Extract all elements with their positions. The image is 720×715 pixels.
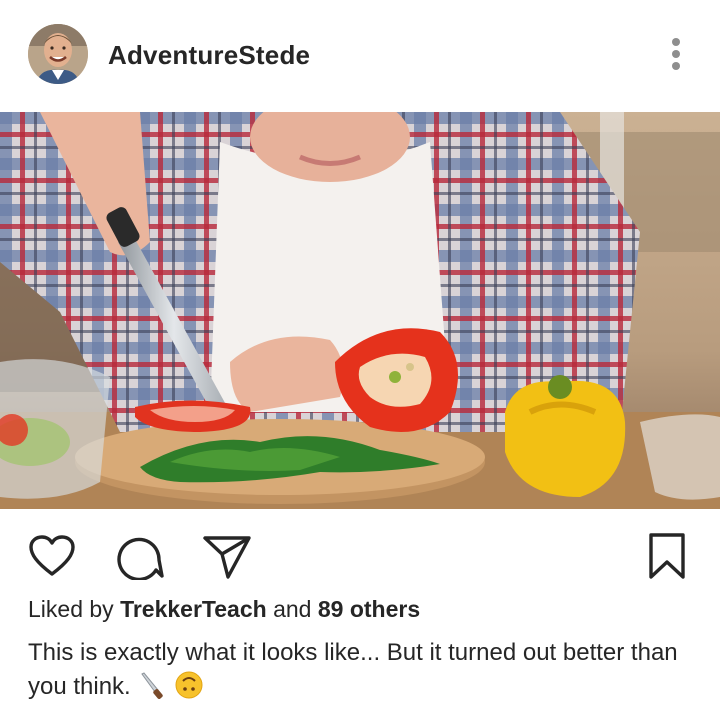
likes-summary[interactable]: Liked by TrekkerTeach and 89 others [28, 596, 420, 623]
heart-icon [29, 535, 75, 576]
post-photo-illustration [0, 112, 720, 509]
paper-plane-icon [203, 536, 251, 579]
more-options-button[interactable] [660, 30, 692, 78]
comment-button[interactable] [116, 534, 164, 582]
avatar-photo [28, 24, 88, 84]
liked-by-and: and [273, 596, 312, 622]
like-button[interactable] [28, 534, 76, 578]
liked-by-others[interactable]: 89 others [318, 596, 420, 622]
post-image[interactable] [0, 112, 720, 509]
liked-by-prefix: Liked by [28, 596, 114, 622]
more-vertical-icon [672, 38, 680, 70]
username[interactable]: AdventureStede [108, 40, 310, 71]
caption-text: This is exactly what it looks like... Bu… [28, 639, 678, 700]
avatar[interactable] [28, 24, 88, 84]
share-button[interactable] [202, 534, 252, 580]
save-button[interactable] [648, 532, 686, 580]
post-caption: This is exactly what it looks like... Bu… [28, 636, 698, 710]
liked-by-user[interactable]: TrekkerTeach [120, 596, 267, 622]
knife-emoji-icon [137, 670, 167, 710]
comment-bubble-icon [117, 537, 164, 582]
bookmark-icon [649, 533, 685, 579]
post-actions [0, 520, 720, 590]
post-header: AdventureStede [0, 0, 720, 112]
upside-down-face-emoji-icon [174, 670, 204, 710]
